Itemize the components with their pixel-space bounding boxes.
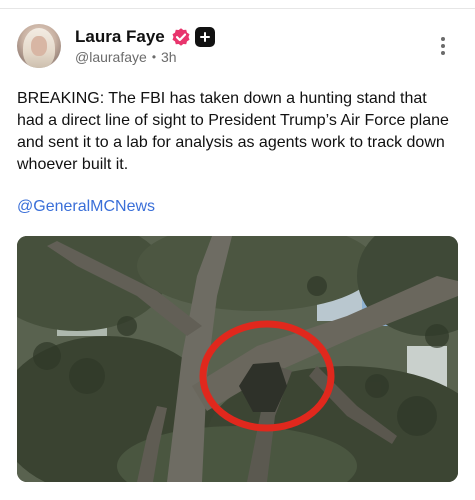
author-avatar[interactable]: [17, 24, 61, 68]
separator-dot: •: [151, 50, 157, 64]
avatar-face: [31, 36, 47, 56]
verified-badge-icon: [172, 28, 190, 46]
post-media-image[interactable]: [17, 236, 458, 482]
author-handle[interactable]: @laurafaye: [75, 49, 147, 65]
tree-photo: [17, 236, 458, 482]
post-body-text: BREAKING: The FBI has taken down a hunti…: [17, 90, 449, 173]
author-name-row: Laura Faye: [75, 26, 215, 48]
author-display-name[interactable]: Laura Faye: [75, 27, 165, 47]
mention-link[interactable]: @GeneralMCNews: [17, 198, 155, 216]
post-card: Laura Faye @laurafaye • 3h BREAKING: The…: [0, 0, 475, 500]
more-options-icon[interactable]: [438, 37, 448, 59]
author-meta: @laurafaye • 3h: [75, 49, 177, 65]
plus-badge-icon: [194, 27, 215, 47]
post-age: 3h: [161, 49, 177, 65]
